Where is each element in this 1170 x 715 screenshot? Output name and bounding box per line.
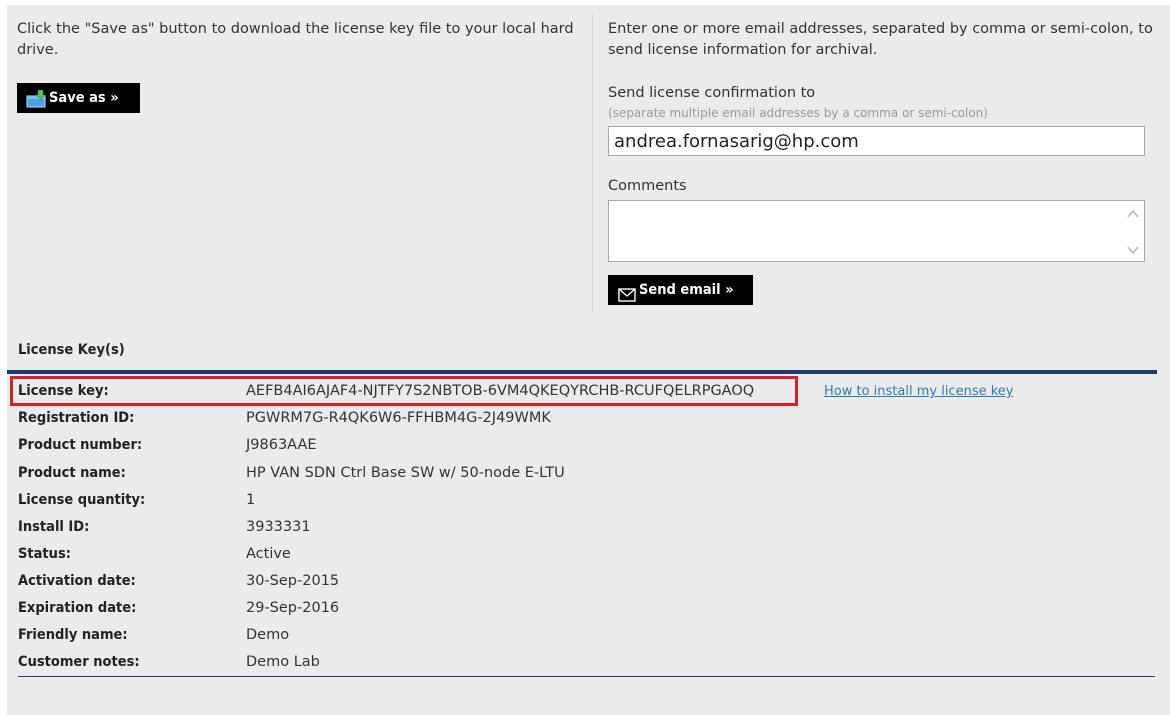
product-name-label: Product name: [18,465,126,481]
confirmation-hint: (separate multiple email addresses by a … [608,106,988,120]
email-instructions: Enter one or more email addresses, separ… [608,21,1153,58]
expiration-date-value: 29-Sep-2016 [246,600,340,616]
status-label: Status: [18,546,71,562]
row-friendly-name: Friendly name: Demo [18,622,1018,649]
row-license-quantity: License quantity: 1 [18,487,1018,514]
row-activation-date: Activation date: 30-Sep-2015 [18,568,1018,595]
license-keys-title: License Key(s) [18,342,125,358]
scroll-up-icon[interactable] [1126,206,1140,220]
friendly-name-value: Demo [246,627,290,643]
save-as-button-label: Save as » [49,90,119,106]
comments-textarea[interactable] [608,200,1145,262]
row-registration-id: Registration ID: PGWRM7G-R4QK6W6-FFHBM4G… [18,405,1018,432]
section-divider-thick [7,370,1157,374]
save-instructions: Click the "Save as" button to download t… [17,21,574,58]
row-product-number: Product number: J9863AAE [18,432,1018,459]
comments-label: Comments [608,178,687,194]
friendly-name-label: Friendly name: [18,627,128,643]
product-number-label: Product number: [18,437,143,453]
send-email-button-label: Send email » [639,282,734,298]
save-as-button[interactable]: Save as » [17,83,140,113]
install-license-link[interactable]: How to install my license key [824,378,1013,405]
license-quantity-label: License quantity: [18,492,146,508]
row-expiration-date: Expiration date: 29-Sep-2016 [18,595,1018,622]
activation-date-value: 30-Sep-2015 [246,573,340,589]
registration-id-value: PGWRM7G-R4QK6W6-FFHBM4G-2J49WMK [246,410,551,426]
save-download-icon [26,89,46,108]
activation-date-label: Activation date: [18,573,136,589]
expiration-date-label: Expiration date: [18,600,137,616]
status-value: Active [246,546,291,562]
customer-notes-label: Customer notes: [18,654,140,670]
product-number-value: J9863AAE [246,437,317,453]
registration-id-label: Registration ID: [18,410,135,426]
customer-notes-value: Demo Lab [246,654,320,670]
section-divider-bottom [18,676,1155,677]
envelope-icon [618,283,636,302]
column-divider [592,14,593,312]
confirmation-label: Send license confirmation to [608,85,816,101]
license-quantity-value: 1 [246,492,256,508]
send-email-button[interactable]: Send email » [608,275,753,305]
product-name-value: HP VAN SDN Ctrl Base SW w/ 50-node E-LTU [246,465,565,481]
scroll-down-icon[interactable] [1126,242,1140,256]
install-id-label: Install ID: [18,519,90,535]
row-install-id: Install ID: 3933331 [18,514,1018,541]
row-status: Status: Active [18,541,1018,568]
email-input[interactable] [608,126,1145,156]
install-id-value: 3933331 [246,519,311,535]
row-product-name: Product name: HP VAN SDN Ctrl Base SW w/… [18,460,1018,487]
license-key-highlight [10,376,798,406]
row-customer-notes: Customer notes: Demo Lab [18,649,1018,676]
